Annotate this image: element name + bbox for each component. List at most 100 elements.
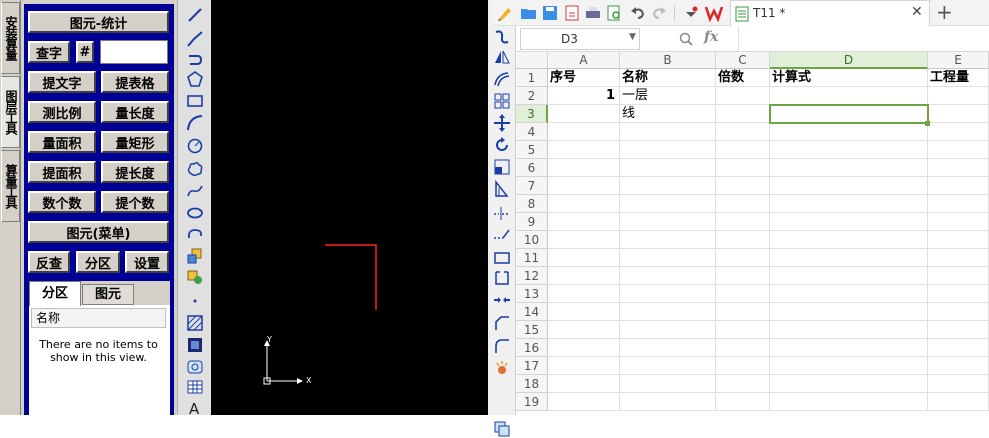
grid-cell[interactable]: [928, 159, 989, 177]
chamfer-icon[interactable]: [493, 314, 511, 332]
row-header-15[interactable]: 15: [516, 321, 548, 339]
grid-cell[interactable]: [620, 231, 716, 249]
grid-cell[interactable]: [770, 213, 928, 231]
close-tab-icon[interactable]: ✕: [911, 4, 923, 20]
grid-cell[interactable]: [928, 231, 989, 249]
grid-cell[interactable]: [770, 339, 928, 357]
tab-calc-tools[interactable]: 算量工具: [1, 150, 20, 222]
mirror-icon[interactable]: [493, 48, 511, 66]
grid-cell[interactable]: [620, 393, 716, 411]
find-text-button[interactable]: 查字: [28, 41, 70, 63]
grid-cell[interactable]: [620, 141, 716, 159]
header-cell-e1[interactable]: 工程量: [928, 69, 989, 87]
drawing-canvas[interactable]: Y X: [211, 0, 488, 415]
row-header-5[interactable]: 5: [516, 141, 548, 159]
find-text-input[interactable]: [100, 40, 168, 64]
brush-icon[interactable]: [496, 4, 514, 22]
row-header-19[interactable]: 19: [516, 393, 548, 411]
save-icon[interactable]: [541, 4, 559, 22]
grid-cell[interactable]: [620, 267, 716, 285]
grid-cell[interactable]: [928, 213, 989, 231]
undo-icon[interactable]: [629, 4, 647, 22]
drawn-polyline[interactable]: [325, 244, 377, 310]
grid-cell[interactable]: [770, 231, 928, 249]
header-cell-c1[interactable]: 倍数: [716, 69, 770, 87]
extract-area-button[interactable]: 提面积: [28, 161, 96, 183]
curve-tool-icon[interactable]: [493, 28, 511, 46]
row-header-9[interactable]: 9: [516, 213, 548, 231]
grid-cell[interactable]: [770, 123, 928, 141]
grid-cell[interactable]: [548, 213, 620, 231]
make-block-icon[interactable]: [186, 268, 204, 286]
count-items-button[interactable]: 数个数: [28, 191, 96, 213]
row-header-14[interactable]: 14: [516, 303, 548, 321]
grid-cell[interactable]: [548, 267, 620, 285]
grid-cell[interactable]: [620, 357, 716, 375]
row-header-18[interactable]: 18: [516, 375, 548, 393]
grid-cell[interactable]: [928, 285, 989, 303]
revision-cloud-icon[interactable]: [186, 160, 204, 178]
grid-cell[interactable]: [620, 285, 716, 303]
grid-cell[interactable]: [716, 141, 770, 159]
grid-cell[interactable]: [928, 393, 989, 411]
settings-button[interactable]: 设置: [125, 251, 169, 273]
polygon-icon[interactable]: [186, 70, 204, 88]
move-icon[interactable]: [493, 114, 511, 132]
copy-icon[interactable]: [493, 420, 511, 438]
grid-cell[interactable]: [620, 123, 716, 141]
element-menu-button[interactable]: 图元(菜单): [28, 221, 169, 243]
grid-cell[interactable]: [620, 339, 716, 357]
region-icon[interactable]: [186, 358, 204, 376]
grid-cell[interactable]: [548, 159, 620, 177]
grid-cell[interactable]: [770, 285, 928, 303]
customize-dropdown-icon[interactable]: [682, 4, 700, 22]
ellipse-icon[interactable]: [186, 204, 204, 222]
fill-handle[interactable]: [925, 121, 930, 126]
grid-cell[interactable]: [770, 357, 928, 375]
element-stats-button[interactable]: 图元-统计: [28, 11, 169, 33]
grid-cell[interactable]: [928, 123, 989, 141]
grid-cell[interactable]: [928, 141, 989, 159]
ellipse-arc-icon[interactable]: [186, 226, 204, 244]
grid-cell[interactable]: [716, 87, 770, 105]
grid-cell[interactable]: [770, 393, 928, 411]
grid-cell[interactable]: [620, 159, 716, 177]
measure-scale-button[interactable]: 测比例: [28, 101, 96, 123]
document-tab[interactable]: T11 * ✕: [730, 0, 930, 26]
grid-cell[interactable]: [548, 375, 620, 393]
tab-zone[interactable]: 分区: [29, 281, 81, 306]
measure-rectangle-button[interactable]: 量矩形: [101, 131, 169, 153]
grid-cell[interactable]: [770, 321, 928, 339]
grid-cell[interactable]: [928, 249, 989, 267]
fillet-icon[interactable]: [493, 337, 511, 355]
active-cell-d3[interactable]: [769, 104, 929, 124]
table-icon[interactable]: [186, 378, 204, 396]
column-header-d[interactable]: D: [770, 52, 928, 69]
extract-table-button[interactable]: 提表格: [101, 71, 169, 93]
spreadsheet-grid[interactable]: A B C D E 序号 名称 倍数 计算式 工程量 1 一层 线 123456…: [516, 52, 989, 415]
grid-cell[interactable]: [716, 375, 770, 393]
row-header-17[interactable]: 17: [516, 357, 548, 375]
name-box[interactable]: D3 ▼: [520, 28, 640, 50]
spline-icon[interactable]: [186, 182, 204, 200]
text-icon[interactable]: A: [186, 398, 204, 416]
grid-cell[interactable]: [716, 195, 770, 213]
grid-cell[interactable]: [548, 357, 620, 375]
arc-icon[interactable]: [186, 114, 204, 132]
row-header-11[interactable]: 11: [516, 249, 548, 267]
hatch-icon[interactable]: [186, 314, 204, 332]
scale-icon[interactable]: [493, 158, 511, 176]
grid-cell[interactable]: [928, 105, 989, 123]
grid-cell[interactable]: [716, 267, 770, 285]
break-icon[interactable]: [493, 249, 511, 267]
row-header-3[interactable]: 3: [516, 105, 548, 123]
row-header-1[interactable]: 1: [516, 69, 548, 87]
grid-cell[interactable]: [716, 303, 770, 321]
measure-length-button[interactable]: 量长度: [101, 101, 169, 123]
formula-input[interactable]: [738, 26, 989, 51]
grid-cell[interactable]: [928, 177, 989, 195]
row-header-4[interactable]: 4: [516, 123, 548, 141]
grid-cell[interactable]: [716, 105, 770, 123]
grid-cell[interactable]: [548, 141, 620, 159]
grid-cell[interactable]: [548, 195, 620, 213]
